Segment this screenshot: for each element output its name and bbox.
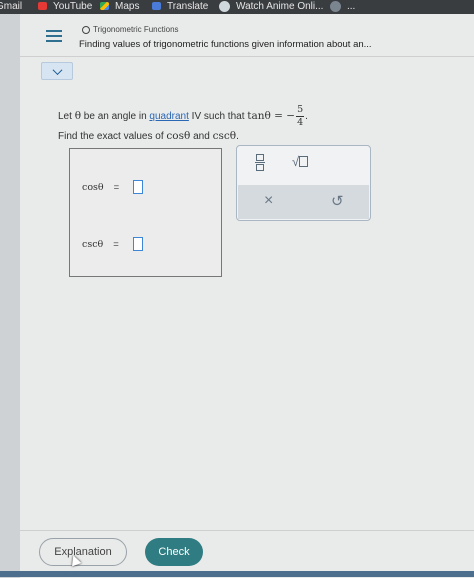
bookmark-anime[interactable]: Watch Anime Onli... xyxy=(219,0,323,12)
fraction-numerator: 5 xyxy=(296,104,305,117)
site-icon xyxy=(330,0,341,12)
problem-text: Let xyxy=(58,111,75,123)
square-root-template-icon[interactable]: √ xyxy=(292,154,309,169)
maps-icon xyxy=(100,2,109,10)
anime-site-icon xyxy=(219,0,230,12)
youtube-icon xyxy=(38,2,47,10)
answer-box: cosθ = cscθ = xyxy=(69,148,222,277)
csc-answer-label: cscθ xyxy=(82,238,104,250)
fraction: 54 xyxy=(296,104,305,129)
quadrant-link[interactable]: quadrant xyxy=(149,111,188,122)
bookmark-other[interactable]: ... xyxy=(330,0,355,12)
tan-expression: tanθ = − xyxy=(247,110,296,123)
bookmark-youtube-label: YouTube xyxy=(53,0,93,12)
taskbar-strip xyxy=(0,571,474,577)
bookmark-maps-label: Maps xyxy=(115,0,140,12)
cos-label: cosθ xyxy=(166,130,191,142)
problem-text: and xyxy=(190,131,213,142)
bookmarks-bar: Gmail YouTube Maps Translate Watch Anime… xyxy=(0,0,474,14)
cos-answer-row: cosθ = xyxy=(82,180,144,194)
problem-line-1: Let θ be an angle in quadrant IV such th… xyxy=(58,104,308,129)
topic-circle-icon xyxy=(82,26,90,34)
topic-label: Trigonometric Functions xyxy=(93,25,179,34)
bookmark-gmail-label: Gmail xyxy=(0,0,23,12)
page-header: Trigonometric Functions Finding values o… xyxy=(20,14,474,57)
bookmark-other-label: ... xyxy=(347,0,356,12)
problem-line-2: Find the exact values of cosθ and cscθ. xyxy=(58,130,239,142)
problem-text: . xyxy=(305,111,308,123)
problem-text: be an angle in xyxy=(81,111,150,123)
collapse-button[interactable] xyxy=(41,62,73,80)
cos-answer-input[interactable] xyxy=(133,180,144,194)
sqrt-glyph: √ xyxy=(292,154,300,169)
csc-answer-row: cscθ = xyxy=(82,237,143,251)
fraction-denominator: 4 xyxy=(297,117,304,128)
page-title: Finding values of trigonometric function… xyxy=(79,39,372,50)
problem-text: Find the exact values of xyxy=(58,131,167,142)
bookmark-anime-label: Watch Anime Onli... xyxy=(236,0,324,12)
translate-icon xyxy=(152,2,161,10)
bookmark-translate-label: Translate xyxy=(167,0,209,12)
explanation-button[interactable]: Explanation xyxy=(39,538,127,566)
csc-answer-input[interactable] xyxy=(132,237,143,251)
fraction-template-icon[interactable] xyxy=(255,154,265,171)
bookmark-translate[interactable]: Translate xyxy=(152,0,208,12)
menu-icon[interactable] xyxy=(46,30,62,42)
undo-icon[interactable]: ↺ xyxy=(331,192,344,210)
math-toolbox: √ × ↺ xyxy=(236,145,371,221)
problem-text: . xyxy=(236,131,239,142)
bookmark-youtube[interactable]: YouTube xyxy=(38,0,92,12)
bookmark-gmail[interactable]: Gmail xyxy=(0,0,22,12)
cos-answer-label: cosθ xyxy=(82,181,104,193)
equals-sign: = xyxy=(113,181,120,193)
equals-sign: = xyxy=(113,238,119,250)
aleks-page: Trigonometric Functions Finding values o… xyxy=(20,14,474,578)
csc-label: cscθ xyxy=(212,130,237,142)
toolbox-action-bar: × ↺ xyxy=(238,185,369,219)
chevron-down-icon xyxy=(52,64,62,75)
problem-text: IV such that xyxy=(188,111,248,123)
clear-icon[interactable]: × xyxy=(264,192,273,210)
check-button[interactable]: Check xyxy=(145,538,203,566)
bookmark-maps[interactable]: Maps xyxy=(100,0,139,12)
